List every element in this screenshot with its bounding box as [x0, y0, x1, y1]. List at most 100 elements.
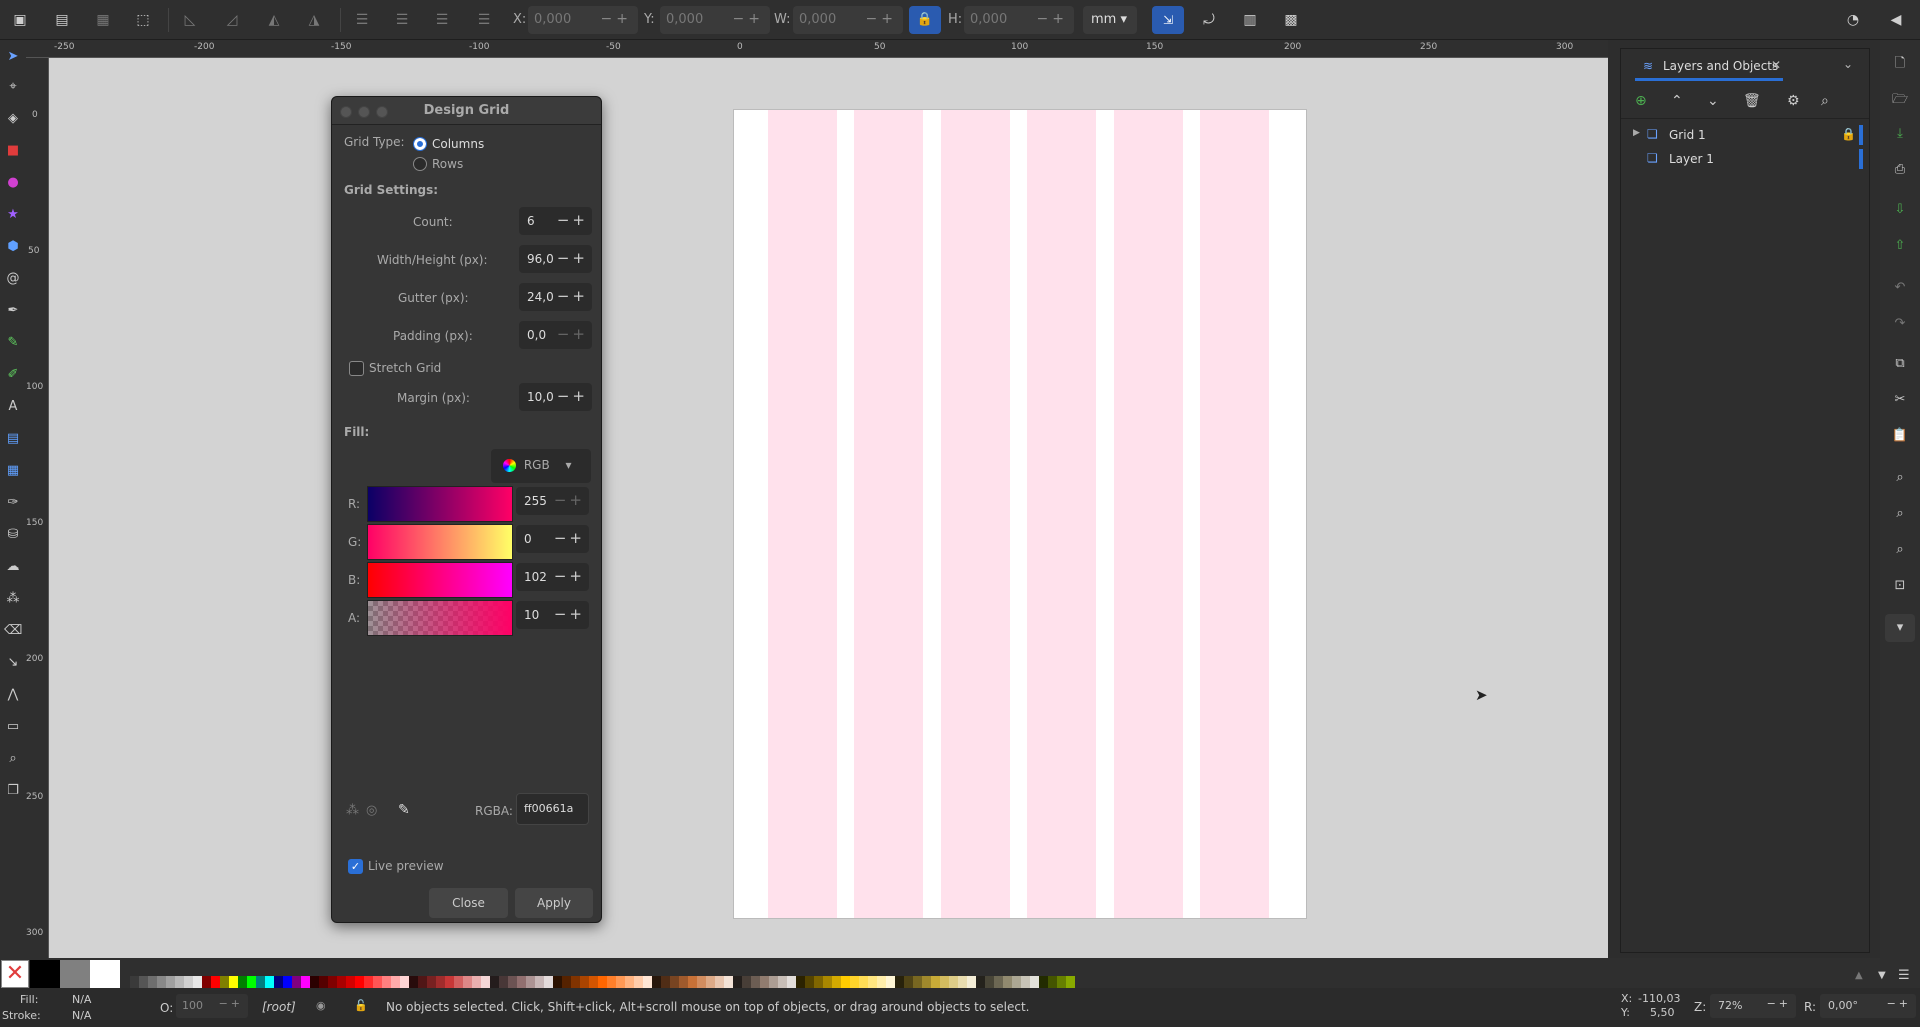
panel-menu-chevron-icon[interactable]: ⌄ — [1843, 57, 1853, 71]
padding-stepper-icon[interactable]: −+ — [557, 325, 588, 343]
out-of-gamut-icon[interactable]: ◎ — [366, 803, 377, 818]
palette-swatch[interactable] — [364, 976, 373, 988]
green-spinbox[interactable]: 0 −+ — [516, 525, 589, 553]
redo-icon[interactable]: ↷ — [1890, 316, 1910, 336]
pen-tool-icon[interactable]: ✒ — [4, 302, 22, 320]
gutter-stepper-icon[interactable]: −+ — [557, 287, 588, 305]
palette-swatch[interactable] — [778, 976, 787, 988]
palette-swatch[interactable] — [535, 976, 544, 988]
palette-swatch[interactable] — [436, 976, 445, 988]
green-slider[interactable] — [367, 524, 513, 560]
zoom-page-icon[interactable]: ⌕ — [1890, 542, 1910, 562]
measure-tool-icon[interactable]: ▭ — [4, 718, 22, 736]
palette-swatch[interactable] — [1030, 976, 1039, 988]
palette-swatch[interactable] — [742, 976, 751, 988]
palette-swatch[interactable] — [562, 976, 571, 988]
green-stepper-icon[interactable]: −+ — [554, 529, 585, 547]
no-paint-swatch[interactable]: ✕ — [1, 960, 29, 988]
width-stepper-icon[interactable]: −+ — [557, 249, 588, 267]
x-field[interactable]: 0,000 −+ — [528, 6, 638, 34]
palette-swatch[interactable] — [670, 976, 679, 988]
pages-tool-icon[interactable]: ❐ — [4, 782, 22, 800]
palette-swatch[interactable] — [994, 976, 1003, 988]
zoom-tool-icon[interactable]: ⌕ — [4, 750, 22, 768]
margin-spinbox[interactable]: 10,0 −+ — [519, 383, 592, 411]
lpe-tool-icon[interactable]: ⋀ — [4, 686, 22, 704]
palette-swatch[interactable] — [463, 976, 472, 988]
palette-swatch[interactable] — [454, 976, 463, 988]
palette-swatch[interactable] — [661, 976, 670, 988]
color-managed-icon[interactable]: ⁂ — [346, 803, 359, 818]
drawing-canvas[interactable]: ⋮ ➤ — [49, 58, 1608, 958]
text-tool-icon[interactable]: A — [4, 398, 22, 416]
spiral-tool-icon[interactable]: @ — [4, 270, 22, 288]
layer-row-layer-1[interactable]: ❏ Layer 1 — [1629, 149, 1863, 171]
palette-swatch[interactable] — [355, 976, 364, 988]
stretch-grid-label[interactable]: Stretch Grid — [369, 361, 441, 375]
palette-swatch[interactable] — [985, 976, 994, 988]
dropper-tool-icon[interactable]: ✑ — [4, 494, 22, 512]
transform-patterns-icon[interactable]: ▩ — [1281, 10, 1301, 30]
palette-swatch[interactable] — [706, 976, 715, 988]
palette-swatch[interactable] — [130, 976, 139, 988]
count-stepper-icon[interactable]: −+ — [557, 211, 588, 229]
transform-gradients-icon[interactable]: ▥ — [1240, 10, 1260, 30]
palette-swatch[interactable] — [328, 976, 337, 988]
palette-swatch[interactable] — [319, 976, 328, 988]
palette-swatch[interactable] — [193, 976, 202, 988]
connector-tool-icon[interactable]: ↘ — [4, 654, 22, 672]
palette-swatch[interactable] — [715, 976, 724, 988]
palette-swatch[interactable] — [400, 976, 409, 988]
palette-swatch[interactable] — [148, 976, 157, 988]
palette-swatch[interactable] — [310, 976, 319, 988]
snap-icon[interactable]: ◔ — [1843, 10, 1863, 30]
zoom-selection-icon[interactable]: ⌕ — [1890, 470, 1910, 490]
palette-swatch[interactable] — [517, 976, 526, 988]
node-tool-icon[interactable]: ⌖ — [4, 78, 22, 96]
stretch-grid-checkbox[interactable] — [349, 361, 364, 376]
red-slider[interactable] — [367, 486, 513, 522]
color-picker-icon[interactable]: ✎ — [398, 802, 410, 818]
close-tab-icon[interactable]: ✕ — [1771, 58, 1781, 72]
margin-stepper-icon[interactable]: −+ — [557, 387, 588, 405]
palette-swatch[interactable] — [976, 976, 985, 988]
alpha-stepper-icon[interactable]: −+ — [554, 605, 585, 623]
palette-swatch[interactable] — [427, 976, 436, 988]
palette-swatch[interactable] — [949, 976, 958, 988]
palette-swatch[interactable] — [805, 976, 814, 988]
save-icon[interactable]: ⤓ — [1890, 126, 1910, 146]
h-field[interactable]: 0,000 −+ — [964, 6, 1074, 34]
palette-swatch[interactable] — [724, 976, 733, 988]
palette-swatch[interactable] — [697, 976, 706, 988]
raise-icon[interactable]: ☰ — [392, 10, 412, 30]
w-field[interactable]: 0,000 −+ — [793, 6, 903, 34]
palette-swatch[interactable] — [1021, 976, 1030, 988]
palette-swatch[interactable] — [1012, 976, 1021, 988]
h-stepper-icon[interactable]: −+ — [1037, 11, 1068, 27]
window-maximize-icon[interactable] — [376, 106, 388, 118]
flip-horizontal-icon[interactable]: ◭ — [264, 10, 284, 30]
lock-ratio-button[interactable]: 🔒 — [909, 6, 941, 34]
rotate-ccw-icon[interactable]: ◺ — [180, 10, 200, 30]
palette-swatch[interactable] — [229, 976, 238, 988]
opacity-stepper-icon[interactable]: −+ — [219, 997, 243, 1010]
palette-swatch[interactable] — [760, 976, 769, 988]
palette-swatch[interactable] — [175, 976, 184, 988]
rectangle-tool-icon[interactable]: ■ — [4, 142, 22, 160]
palette-swatch[interactable] — [940, 976, 949, 988]
palette-swatch[interactable] — [868, 976, 877, 988]
horizontal-ruler[interactable]: -250 -200 -150 -100 -50 0 50 100 150 200… — [26, 40, 1608, 58]
blue-stepper-icon[interactable]: −+ — [554, 567, 585, 585]
alpha-slider[interactable] — [367, 600, 513, 636]
palette-swatch[interactable] — [931, 976, 940, 988]
calligraphy-tool-icon[interactable]: ✐ — [4, 366, 22, 384]
import-icon[interactable]: ⇩ — [1890, 202, 1910, 222]
y-stepper-icon[interactable]: −+ — [733, 11, 764, 27]
lock-icon[interactable]: 🔒 — [1841, 127, 1856, 141]
palette-swatch[interactable] — [679, 976, 688, 988]
palette-swatch[interactable] — [445, 976, 454, 988]
palette-swatch[interactable] — [769, 976, 778, 988]
palette-swatch[interactable] — [913, 976, 922, 988]
dialog-titlebar[interactable]: Design Grid — [332, 97, 601, 125]
alpha-spinbox[interactable]: 10 −+ — [516, 601, 589, 629]
